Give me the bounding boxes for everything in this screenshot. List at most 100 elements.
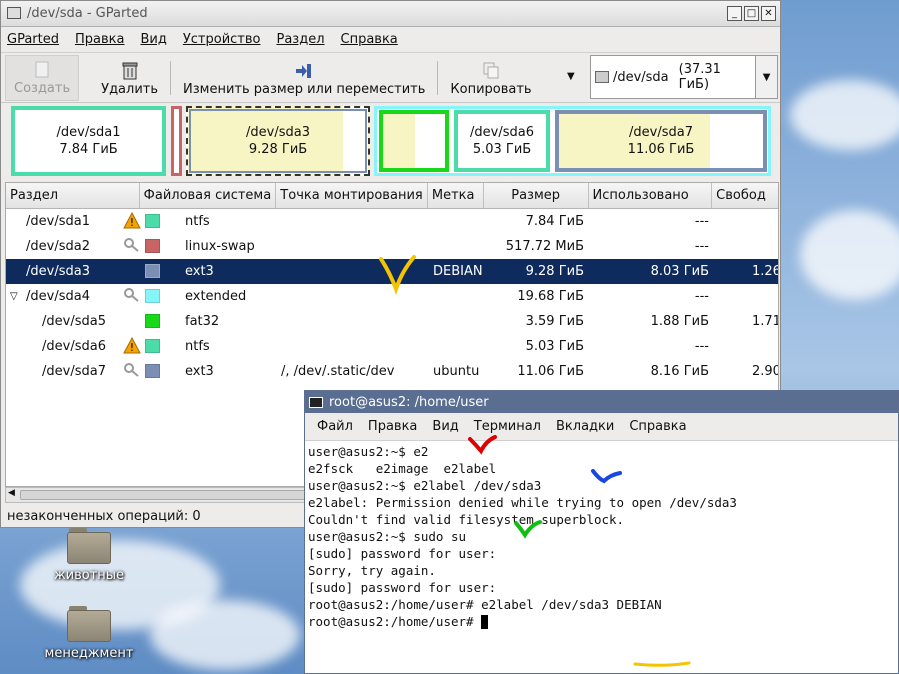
desktop-folder-animals[interactable]: животные [29, 528, 149, 583]
window-title: /dev/sda - GParted [27, 6, 148, 21]
desktop-icon-label: менеджмент [44, 646, 134, 661]
trash-icon [121, 62, 139, 80]
menu-device[interactable]: Устройство [183, 32, 261, 47]
delete-button[interactable]: Удалить [93, 55, 166, 101]
map-partition-sda3[interactable]: /dev/sda3 9.28 ГиБ [186, 106, 370, 176]
term-menu-file[interactable]: Файл [317, 419, 353, 434]
cell-size: 9.28 ГиБ [525, 264, 584, 279]
menu-view[interactable]: Вид [140, 32, 166, 47]
desktop-icon-label: животные [53, 568, 125, 583]
yellow-checkmark-annotation [379, 255, 416, 295]
term-menu-tabs[interactable]: Вкладки [556, 419, 614, 434]
device-selector[interactable]: /dev/sda (37.31 ГиБ) ▼ [590, 55, 778, 99]
red-checkmark-annotation [468, 435, 497, 455]
table-row[interactable]: /dev/sda7 ext3 /, /dev/.static/dev ubunt… [6, 359, 778, 384]
terminal-output[interactable]: user@asus2:~$ e2 e2fsck e2image e2label … [305, 435, 898, 667]
cell-size: 3.59 ГиБ [525, 314, 584, 329]
create-label: Создать [14, 80, 71, 96]
term-menu-terminal[interactable]: Терминал [474, 419, 541, 434]
map-partition-sda7[interactable]: /dev/sda7 11.06 ГиБ [555, 110, 767, 172]
green-checkmark-annotation [514, 520, 542, 539]
column-label[interactable]: Метка [428, 183, 484, 208]
column-size[interactable]: Размер [484, 183, 589, 208]
key-icon [124, 288, 140, 306]
cell-size: 7.84 ГиБ [525, 214, 584, 229]
table-row[interactable]: /dev/sda6 ! ntfs 5.03 ГиБ --- [6, 334, 778, 359]
map-partition-size: 5.03 ГиБ [472, 142, 532, 157]
maximize-button[interactable]: □ [744, 6, 759, 21]
column-mountpoint[interactable]: Точка монтирования [276, 183, 428, 208]
toolbar-overflow-arrow-icon[interactable]: ▼ [567, 71, 575, 82]
cell-partition: /dev/sda5 [42, 314, 106, 329]
terminal-line: user@asus2:~$ e2 [308, 444, 429, 459]
map-partition-sda6[interactable]: /dev/sda6 5.03 ГиБ [454, 110, 550, 172]
cell-label: DEBIAN [433, 264, 483, 279]
map-partition-name: /dev/sda7 [629, 125, 693, 140]
terminal-line: root@asus2:/home/user# e2label /dev/sda3… [308, 597, 662, 612]
cell-used: 8.03 ГиБ [650, 264, 709, 279]
key-icon [124, 363, 140, 381]
warning-icon: ! [123, 211, 141, 233]
map-partition-size: 11.06 ГиБ [627, 142, 695, 157]
map-partition-size: 7.84 ГиБ [59, 142, 118, 157]
cell-partition: /dev/sda4 [26, 289, 90, 304]
map-partition-sda1[interactable]: /dev/sda1 7.84 ГиБ [11, 106, 166, 176]
menu-partition[interactable]: Раздел [276, 32, 324, 47]
desktop-cloud [150, 600, 300, 670]
blue-checkmark-annotation [591, 469, 622, 484]
cell-filesystem: extended [185, 289, 247, 304]
create-button[interactable]: Создать [5, 54, 80, 101]
map-partition-sda2[interactable] [171, 106, 182, 176]
column-filesystem[interactable]: Файловая система [140, 183, 277, 208]
copy-label: Копировать [450, 81, 532, 97]
device-name: /dev/sda [612, 69, 669, 85]
desktop-folder-management[interactable]: менеджмент [29, 606, 149, 661]
column-free[interactable]: Свобод [712, 183, 778, 208]
cell-free: 1.71 [752, 314, 779, 329]
desktop-cloud [790, 80, 899, 150]
menu-gparted[interactable]: GParted [7, 32, 59, 47]
resize-move-button[interactable]: Изменить размер или переместить [175, 55, 433, 101]
toolbar-separator [170, 60, 172, 95]
partition-map: /dev/sda1 7.84 ГиБ /dev/sda3 9.28 ГиБ /d… [7, 104, 773, 176]
term-menu-view[interactable]: Вид [432, 419, 458, 434]
term-menu-edit[interactable]: Правка [368, 419, 417, 434]
cell-used: --- [694, 339, 709, 354]
pending-operations-status: незаконченных операций: 0 [7, 509, 201, 524]
minimize-button[interactable]: _ [727, 6, 742, 21]
cell-partition: /dev/sda7 [42, 364, 106, 379]
terminal-window: root@asus2: /home/user Файл Правка Вид Т… [304, 390, 899, 674]
cell-filesystem: ext3 [185, 364, 214, 379]
copy-icon [482, 62, 500, 80]
list-header: Раздел Файловая система Точка монтирован… [6, 183, 778, 209]
column-partition[interactable]: Раздел [6, 183, 140, 208]
map-partition-sda5[interactable] [379, 110, 449, 172]
cell-size: 517.72 МиБ [505, 239, 584, 254]
chevron-down-icon[interactable]: ▼ [755, 56, 778, 98]
gparted-titlebar[interactable]: /dev/sda - GParted _ □ ✕ [1, 1, 780, 27]
map-partition-name: /dev/sda3 [246, 125, 310, 140]
expander-chevron-icon[interactable]: ▽ [10, 291, 18, 302]
desktop-cloud [800, 210, 899, 300]
menu-edit[interactable]: Правка [75, 32, 124, 47]
cell-filesystem: linux-swap [185, 239, 255, 254]
fs-color-swatch [145, 239, 160, 253]
folder-icon [67, 528, 111, 564]
copy-button[interactable]: Копировать [442, 55, 539, 101]
terminal-icon [309, 396, 323, 408]
table-row[interactable]: /dev/sda1 ! ntfs 7.84 ГиБ --- [6, 209, 778, 234]
term-menu-help[interactable]: Справка [629, 419, 686, 434]
cell-used: 8.16 ГиБ [650, 364, 709, 379]
close-button[interactable]: ✕ [761, 6, 776, 21]
fs-color-swatch [145, 314, 160, 328]
warning-icon: ! [123, 336, 141, 358]
terminal-line: Sorry, try again. [308, 563, 436, 578]
scroll-left-arrow-icon[interactable]: ◀ [8, 488, 15, 498]
folder-icon [67, 606, 111, 642]
terminal-titlebar[interactable]: root@asus2: /home/user [305, 391, 898, 413]
column-used[interactable]: Использовано [589, 183, 713, 208]
menu-help[interactable]: Справка [341, 32, 398, 47]
table-row[interactable]: /dev/sda5 fat32 3.59 ГиБ 1.88 ГиБ 1.71 [6, 309, 778, 334]
cell-filesystem: ntfs [185, 214, 210, 229]
terminal-menubar: Файл Правка Вид Терминал Вкладки Справка [305, 413, 898, 441]
